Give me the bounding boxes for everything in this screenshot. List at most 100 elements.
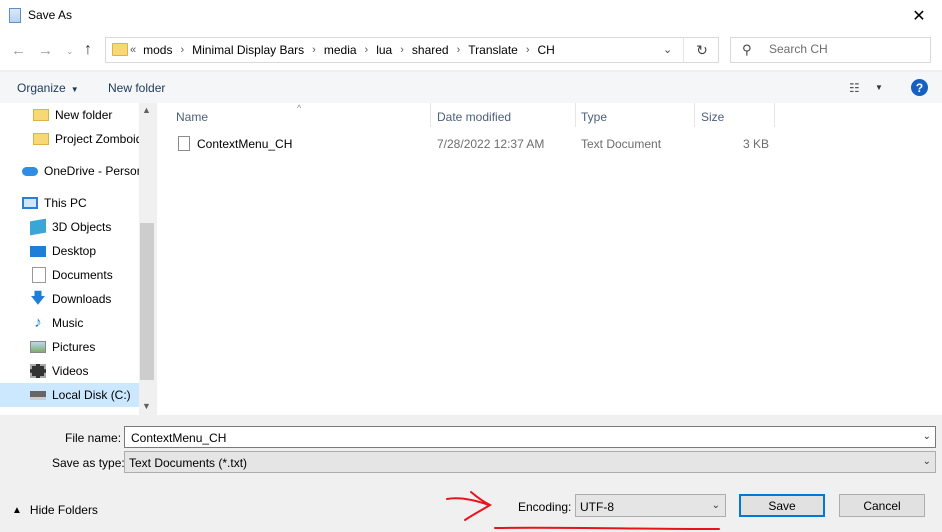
- column-header-name[interactable]: Name: [176, 110, 208, 124]
- download-icon: 🡇: [30, 290, 46, 307]
- sidebar-item-desktop[interactable]: Desktop: [0, 239, 155, 263]
- sidebar-scrollbar[interactable]: ▲ ▼: [139, 103, 155, 415]
- navigation-pane: New folder Project Zomboid OneDrive - Pe…: [0, 103, 155, 415]
- column-divider[interactable]: [575, 103, 576, 127]
- sidebar-item-label: Videos: [52, 364, 89, 378]
- music-icon: ♪: [34, 314, 42, 331]
- notepad-icon: [9, 8, 21, 23]
- back-button[interactable]: ←: [11, 42, 26, 59]
- breadcrumb-item[interactable]: shared: [412, 43, 449, 57]
- address-dropdown-icon[interactable]: ⌄: [663, 43, 672, 56]
- column-header-date[interactable]: Date modified: [437, 110, 511, 124]
- forward-button[interactable]: →: [38, 42, 53, 59]
- sidebar-item-label: Music: [52, 316, 84, 330]
- breadcrumb-item[interactable]: Translate: [468, 43, 518, 57]
- file-date-cell: 7/28/2022 12:37 AM: [437, 137, 545, 151]
- caret-down-icon[interactable]: ▼: [875, 83, 883, 92]
- column-header-type[interactable]: Type: [581, 110, 607, 124]
- save-as-type-value: Text Documents (*.txt): [129, 456, 248, 470]
- file-name-field[interactable]: ContextMenu_CH ⌄: [124, 426, 936, 448]
- column-divider[interactable]: [774, 103, 775, 127]
- sidebar-item-label: Pictures: [52, 340, 96, 354]
- cube-icon: [30, 218, 46, 236]
- view-options-icon[interactable]: ☷: [849, 81, 861, 95]
- sidebar-item-local-disk[interactable]: Local Disk (C:): [0, 383, 155, 407]
- column-header-size[interactable]: Size: [701, 110, 724, 124]
- breadcrumb: « mods › Minimal Display Bars › media › …: [130, 43, 555, 57]
- chevron-right-icon[interactable]: ›: [312, 44, 316, 56]
- chevron-down-icon[interactable]: ⌄: [712, 500, 720, 511]
- organize-menu[interactable]: Organize ▼: [17, 81, 79, 95]
- organize-label: Organize: [17, 81, 66, 95]
- title-bar: Save As ✕: [0, 0, 942, 32]
- sidebar-item-label: Local Disk (C:): [52, 388, 131, 402]
- sidebar-item-new-folder[interactable]: New folder: [0, 103, 155, 127]
- breadcrumb-item[interactable]: lua: [376, 43, 392, 57]
- sidebar-item-pictures[interactable]: Pictures: [0, 335, 155, 359]
- breadcrumb-item[interactable]: CH: [538, 43, 555, 57]
- folder-icon: [112, 43, 128, 56]
- chevron-up-icon: ▲: [12, 504, 22, 516]
- search-input[interactable]: [769, 42, 919, 56]
- column-divider[interactable]: [430, 103, 431, 127]
- file-name-value[interactable]: ContextMenu_CH: [131, 431, 226, 445]
- sidebar-item-label: Desktop: [52, 244, 97, 258]
- encoding-value: UTF-8: [580, 500, 614, 514]
- new-folder-button[interactable]: New folder: [108, 81, 165, 95]
- breadcrumb-item[interactable]: Minimal Display Bars: [192, 43, 304, 57]
- chevron-right-icon[interactable]: ›: [400, 44, 404, 56]
- sidebar-item-project-zomboid[interactable]: Project Zomboid: [0, 127, 155, 151]
- sidebar-item-label: New folder: [55, 108, 113, 122]
- annotation-underline: [494, 526, 720, 530]
- chevron-right-icon[interactable]: ›: [365, 44, 369, 56]
- encoding-label: Encoding:: [518, 500, 572, 514]
- video-icon: [30, 364, 46, 378]
- sidebar-item-music[interactable]: ♪ Music: [0, 311, 155, 335]
- refresh-icon: ↻: [696, 41, 708, 58]
- sidebar-item-videos[interactable]: Videos: [0, 359, 155, 383]
- sort-ascending-icon: ^: [297, 103, 302, 113]
- encoding-select[interactable]: UTF-8 ⌄: [575, 494, 726, 517]
- breadcrumb-item[interactable]: mods: [143, 43, 172, 57]
- address-bar[interactable]: « mods › Minimal Display Bars › media › …: [105, 37, 719, 63]
- breadcrumb-item[interactable]: media: [324, 43, 357, 57]
- chevron-down-icon[interactable]: ⌄: [923, 456, 931, 467]
- close-button[interactable]: ✕: [896, 0, 942, 32]
- save-button[interactable]: Save: [739, 494, 825, 517]
- help-button[interactable]: ?: [911, 79, 928, 96]
- chevron-down-icon[interactable]: ⌄: [923, 431, 931, 442]
- sidebar-item-this-pc[interactable]: This PC: [0, 191, 155, 215]
- file-name-label: File name:: [65, 431, 122, 445]
- file-size-cell: 3 KB: [743, 137, 770, 151]
- caret-down-icon: ▼: [70, 85, 79, 94]
- recent-locations-button[interactable]: ⌄: [66, 46, 74, 57]
- close-icon: ✕: [912, 8, 926, 25]
- annotation-arrow: [446, 491, 493, 521]
- sidebar-item-downloads[interactable]: 🡇 Downloads: [0, 287, 155, 311]
- save-as-type-label: Save as type:: [52, 456, 125, 470]
- scroll-up-icon[interactable]: ▲: [142, 105, 151, 115]
- chevron-right-icon[interactable]: ›: [457, 44, 461, 56]
- file-type-cell: Text Document: [581, 137, 662, 151]
- sidebar-item-label: Documents: [52, 268, 113, 282]
- sidebar-item-onedrive[interactable]: OneDrive - Personal: [0, 159, 155, 183]
- chevron-right-icon[interactable]: ›: [526, 44, 530, 56]
- search-box[interactable]: ⚲: [730, 37, 931, 63]
- cancel-button[interactable]: Cancel: [839, 494, 925, 517]
- scroll-down-icon[interactable]: ▼: [142, 401, 151, 411]
- up-button[interactable]: ↑: [84, 41, 92, 59]
- breadcrumb-overflow[interactable]: «: [130, 44, 136, 56]
- file-name-cell: ContextMenu_CH: [197, 137, 293, 151]
- chevron-right-icon[interactable]: ›: [180, 44, 184, 56]
- hide-folders-button[interactable]: ▲ Hide Folders: [12, 503, 98, 517]
- column-divider[interactable]: [694, 103, 695, 127]
- sidebar-item-documents[interactable]: Documents: [0, 263, 155, 287]
- hide-folders-label: Hide Folders: [29, 503, 98, 517]
- search-icon: ⚲: [742, 42, 752, 57]
- pictures-icon: [30, 341, 46, 353]
- table-row[interactable]: ContextMenu_CH 7/28/2022 12:37 AM Text D…: [157, 132, 942, 154]
- sidebar-item-3d-objects[interactable]: 3D Objects: [0, 215, 155, 239]
- scrollbar-thumb[interactable]: [140, 223, 154, 380]
- save-as-type-select[interactable]: Text Documents (*.txt) ⌄: [124, 451, 936, 473]
- refresh-button[interactable]: ↻: [683, 38, 720, 62]
